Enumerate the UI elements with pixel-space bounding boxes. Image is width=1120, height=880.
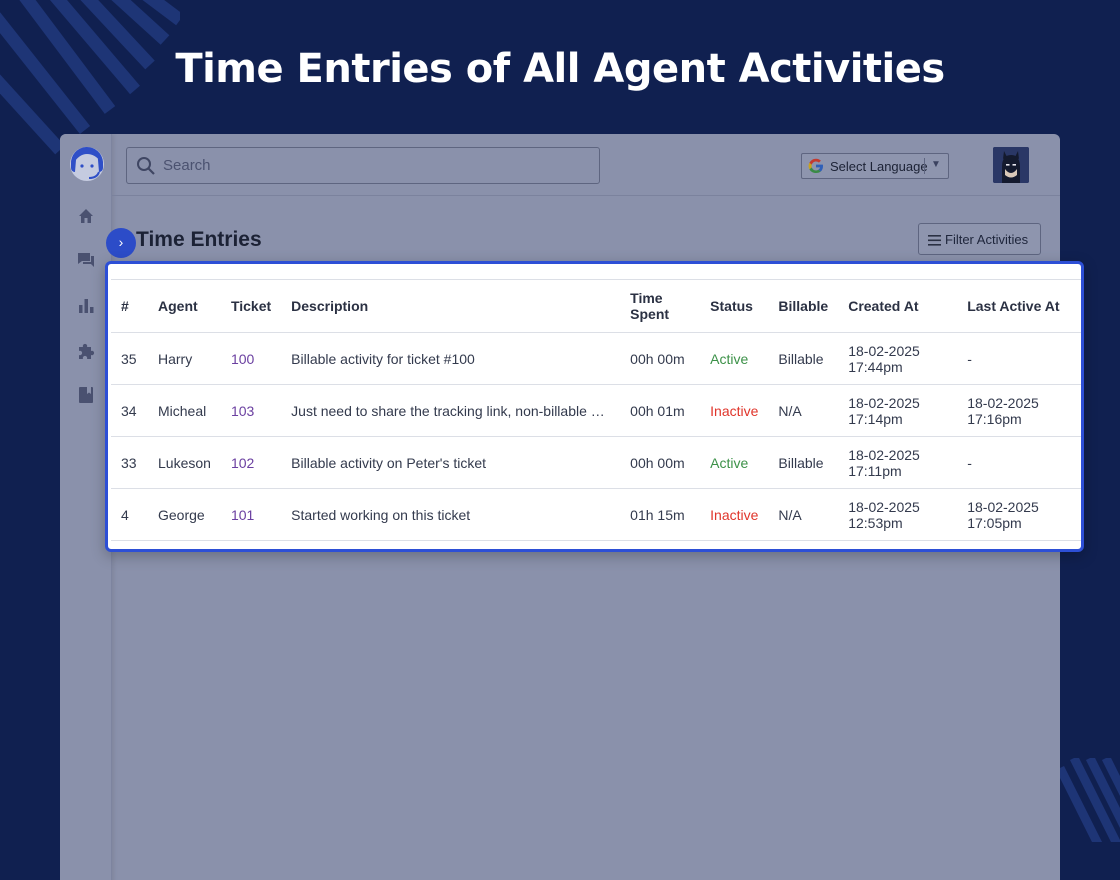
filter-activities-button[interactable]: Filter Activities (918, 223, 1041, 255)
cell-created-at: 18-02-2025 17:44pm (838, 332, 958, 385)
ticket-link[interactable]: 100 (231, 351, 254, 367)
search-input[interactable] (163, 148, 593, 183)
last-active-date: - (967, 350, 972, 367)
ticket-link[interactable]: 101 (231, 507, 254, 523)
language-separator (924, 158, 925, 174)
column-header-created-at[interactable]: Created At (838, 279, 958, 333)
ticket-link[interactable]: 103 (231, 403, 254, 419)
cell-ticket: 100 (220, 332, 282, 385)
table-header-row: # Agent Ticket Description Time Spent Sta… (111, 279, 1081, 333)
column-header-number[interactable]: # (111, 279, 148, 333)
cell-description: Billable activity for ticket #100 (281, 332, 621, 385)
user-avatar[interactable] (993, 147, 1029, 183)
cell-number: 35 (111, 332, 148, 385)
cell-billable: Billable (768, 332, 839, 385)
chevron-down-icon: ▼ (931, 159, 941, 170)
created-time: 17:11pm (848, 462, 902, 479)
cell-time-spent: 00h 00m (620, 436, 701, 489)
language-select[interactable]: Select Language ▼ (801, 153, 949, 179)
search-box[interactable] (126, 147, 600, 184)
table-row[interactable]: 33 Lukeson 102 Billable activity on Pete… (111, 436, 1081, 489)
created-time: 17:44pm (848, 358, 903, 375)
created-date: 18-02-2025 (848, 498, 920, 515)
topbar: Select Language ▼ (112, 134, 1060, 196)
cell-status: Active (700, 332, 769, 385)
conversations-icon[interactable] (76, 250, 96, 270)
created-date: 18-02-2025 (848, 342, 920, 359)
cell-last-active-at: - (957, 436, 1081, 489)
cell-created-at: 18-02-2025 12:53pm (838, 488, 958, 541)
cell-number: 33 (111, 436, 148, 489)
google-icon (808, 158, 824, 174)
cell-time-spent: 01h 15m (620, 488, 701, 541)
cell-last-active-at: 18-02-2025 17:05pm (957, 488, 1081, 541)
apps-icon[interactable] (76, 341, 96, 361)
decorative-stripes-bottom-right (1060, 758, 1120, 842)
column-header-billable[interactable]: Billable (768, 279, 839, 333)
cell-status: Active (700, 436, 769, 489)
filter-activities-label: Filter Activities (945, 232, 1029, 247)
created-date: 18-02-2025 (848, 394, 920, 411)
cell-created-at: 18-02-2025 17:14pm (838, 384, 958, 437)
cell-billable: N/A (768, 384, 839, 437)
language-label: Select Language (830, 159, 928, 174)
column-header-description[interactable]: Description (281, 279, 621, 333)
last-active-date: 18-02-2025 (967, 394, 1039, 411)
cell-description: Billable activity on Peter's ticket (281, 436, 621, 489)
cell-created-at: 18-02-2025 17:11pm (838, 436, 958, 489)
knowledge-base-icon[interactable] (76, 385, 96, 405)
cell-ticket: 101 (220, 488, 282, 541)
created-time: 12:53pm (848, 514, 903, 531)
table-row[interactable]: 34 Micheal 103 Just need to share the tr… (111, 384, 1081, 437)
cell-agent: Micheal (148, 384, 221, 437)
cell-billable: N/A (768, 488, 839, 541)
cell-last-active-at: - (957, 332, 1081, 385)
column-header-time-spent-line2: Spent (630, 306, 670, 322)
column-header-last-active-at[interactable]: Last Active At (957, 279, 1081, 333)
last-active-time: 17:16pm (967, 410, 1022, 427)
created-time: 17:14pm (848, 410, 903, 427)
cell-status: Inactive (700, 384, 769, 437)
time-entries-table-card: # Agent Ticket Description Time Spent Sta… (105, 261, 1084, 552)
cell-billable: Billable (768, 436, 839, 489)
cell-description: Just need to share the tracking link, no… (281, 384, 621, 437)
column-header-time-spent-line1: Time (630, 290, 663, 306)
hero-title: Time Entries of All Agent Activities (175, 46, 945, 92)
sidebar-toggle-button[interactable]: › (106, 228, 136, 258)
page-title: Time Entries (136, 228, 262, 251)
last-active-date: 18-02-2025 (967, 498, 1039, 515)
reports-icon[interactable] (76, 296, 96, 316)
last-active-date: - (967, 454, 972, 471)
cell-agent: George (148, 488, 221, 541)
cell-ticket: 103 (220, 384, 282, 437)
search-icon (136, 156, 156, 176)
created-date: 18-02-2025 (848, 446, 920, 463)
menu-lines-icon (928, 234, 941, 246)
cell-number: 4 (111, 488, 148, 541)
cell-ticket: 102 (220, 436, 282, 489)
column-header-status[interactable]: Status (700, 279, 769, 333)
table-row[interactable]: 35 Harry 100 Billable activity for ticke… (111, 332, 1081, 385)
cell-time-spent: 00h 00m (620, 332, 701, 385)
table-row[interactable]: 4 George 101 Started working on this tic… (111, 488, 1081, 541)
last-active-time: 17:05pm (967, 514, 1022, 531)
cell-last-active-at: 18-02-2025 17:16pm (957, 384, 1081, 437)
home-icon[interactable] (76, 206, 96, 226)
ticket-link[interactable]: 102 (231, 455, 254, 471)
column-header-agent[interactable]: Agent (148, 279, 221, 333)
cell-agent: Harry (148, 332, 221, 385)
time-entries-table: # Agent Ticket Description Time Spent Sta… (111, 279, 1081, 541)
column-header-time-spent[interactable]: Time Spent (620, 279, 701, 333)
column-header-ticket[interactable]: Ticket (220, 279, 282, 333)
cell-status: Inactive (700, 488, 769, 541)
cell-number: 34 (111, 384, 148, 437)
cell-agent: Lukeson (148, 436, 221, 489)
cell-time-spent: 00h 01m (620, 384, 701, 437)
cell-description: Started working on this ticket (281, 488, 621, 541)
agent-logo-icon[interactable] (65, 142, 109, 186)
